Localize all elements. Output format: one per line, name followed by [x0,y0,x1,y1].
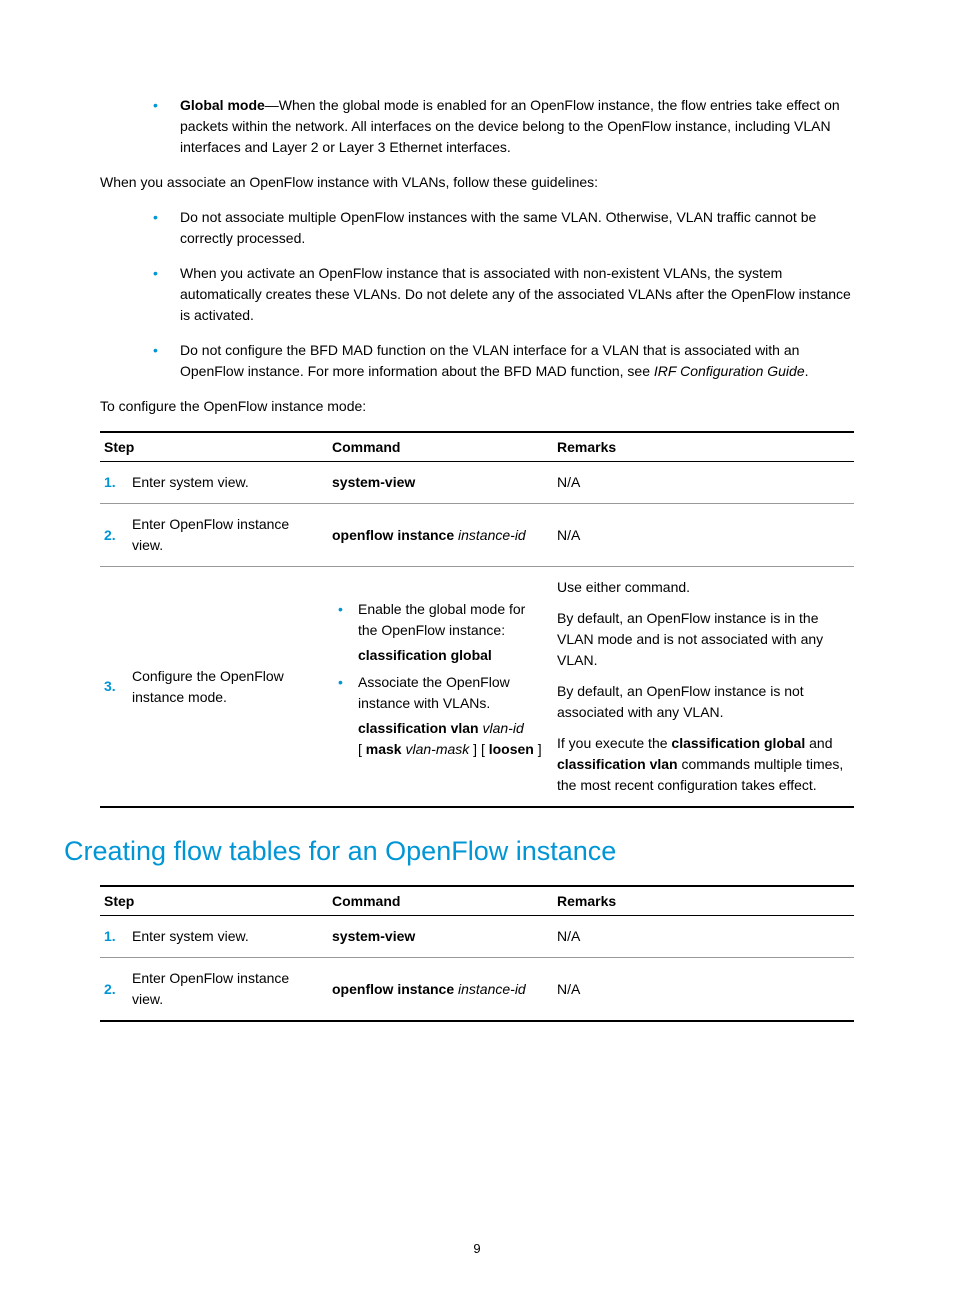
remarks-line: By default, an OpenFlow instance is in t… [557,608,846,671]
command-bold: openflow instance [332,981,454,997]
step-desc: Configure the OpenFlow instance mode. [128,567,328,808]
command-bullet: Enable the global mode for the OpenFlow … [332,599,545,666]
remarks-bold: classification global [671,735,805,751]
remarks-cell: N/A [553,504,854,567]
remarks-header: Remarks [553,886,854,916]
command-bold: loosen [489,741,534,757]
command-bold: classification vlan [358,720,479,736]
step-header: Step [100,886,328,916]
flow-tables-table: Step Command Remarks 1. Enter system vie… [100,885,854,1022]
command-bullet-text: Enable the global mode for the OpenFlow … [358,599,545,641]
table-header-row: Step Command Remarks [100,432,854,462]
step-desc: Enter OpenFlow instance view. [128,958,328,1022]
command-text: system-view [332,928,415,944]
command-cell: openflow instance instance-id [328,958,553,1022]
section-heading: Creating flow tables for an OpenFlow ins… [64,836,854,867]
global-mode-text: —When the global mode is enabled for an … [180,97,840,155]
command-cell: openflow instance instance-id [328,504,553,567]
global-mode-label: Global mode [180,97,265,113]
step-desc: Enter system view. [128,916,328,958]
command-bold: openflow instance [332,527,454,543]
command-italic: vlan-id [483,720,524,736]
command-italic: instance-id [458,981,526,997]
command-text: system-view [332,474,415,490]
remarks-header: Remarks [553,432,854,462]
remarks-line: If you execute the classification global… [557,733,846,796]
table-row: 1. Enter system view. system-view N/A [100,462,854,504]
command-bold: classification global [358,647,492,663]
config-mode-table: Step Command Remarks 1. Enter system vie… [100,431,854,808]
guideline-suffix: . [805,363,809,379]
step-number: 2. [100,504,128,567]
guideline-item: Do not associate multiple OpenFlow insta… [140,207,854,249]
remarks-cell: N/A [553,958,854,1022]
remarks-bold: classification vlan [557,756,678,772]
command-italic: instance-id [458,527,526,543]
table-row: 3. Configure the OpenFlow instance mode.… [100,567,854,808]
table-row: 2. Enter OpenFlow instance view. openflo… [100,958,854,1022]
remarks-line: By default, an OpenFlow instance is not … [557,681,846,723]
remarks-cell: Use either command. By default, an OpenF… [553,567,854,808]
command-bullet-list: Enable the global mode for the OpenFlow … [332,599,545,760]
bracket: ] [534,741,542,757]
remarks-block: Use either command. By default, an OpenF… [557,577,846,796]
table-row: 2. Enter OpenFlow instance view. openflo… [100,504,854,567]
guidelines-intro: When you associate an OpenFlow instance … [100,172,854,193]
global-mode-bullet: Global mode—When the global mode is enab… [140,95,854,158]
mode-bullet-list: Global mode—When the global mode is enab… [100,95,854,158]
step-number: 1. [100,916,128,958]
command-italic: vlan-mask [405,741,469,757]
step-number: 1. [100,462,128,504]
remarks-cell: N/A [553,462,854,504]
remarks-cell: N/A [553,916,854,958]
config-intro: To configure the OpenFlow instance mode: [100,396,854,417]
guideline-item: Do not configure the BFD MAD function on… [140,340,854,382]
step-number: 3. [100,567,128,808]
command-cell: system-view [328,462,553,504]
command-bullet-text: Associate the OpenFlow instance with VLA… [358,672,545,714]
guidelines-list: Do not associate multiple OpenFlow insta… [100,207,854,382]
remarks-line: Use either command. [557,577,846,598]
command-cell: Enable the global mode for the OpenFlow … [328,567,553,808]
step-header: Step [100,432,328,462]
bracket: [ [358,741,366,757]
step-number: 2. [100,958,128,1022]
command-cell: system-view [328,916,553,958]
step-desc: Enter system view. [128,462,328,504]
bracket: ] [ [469,741,488,757]
guideline-ref: IRF Configuration Guide [654,363,805,379]
command-header: Command [328,886,553,916]
page-number: 9 [0,1241,954,1256]
guideline-item: When you activate an OpenFlow instance t… [140,263,854,326]
command-header: Command [328,432,553,462]
command-bold: mask [366,741,402,757]
table-row: 1. Enter system view. system-view N/A [100,916,854,958]
remarks-text: and [805,735,832,751]
command-bullet: Associate the OpenFlow instance with VLA… [332,672,545,760]
table-header-row: Step Command Remarks [100,886,854,916]
step-desc: Enter OpenFlow instance view. [128,504,328,567]
remarks-text: If you execute the [557,735,671,751]
